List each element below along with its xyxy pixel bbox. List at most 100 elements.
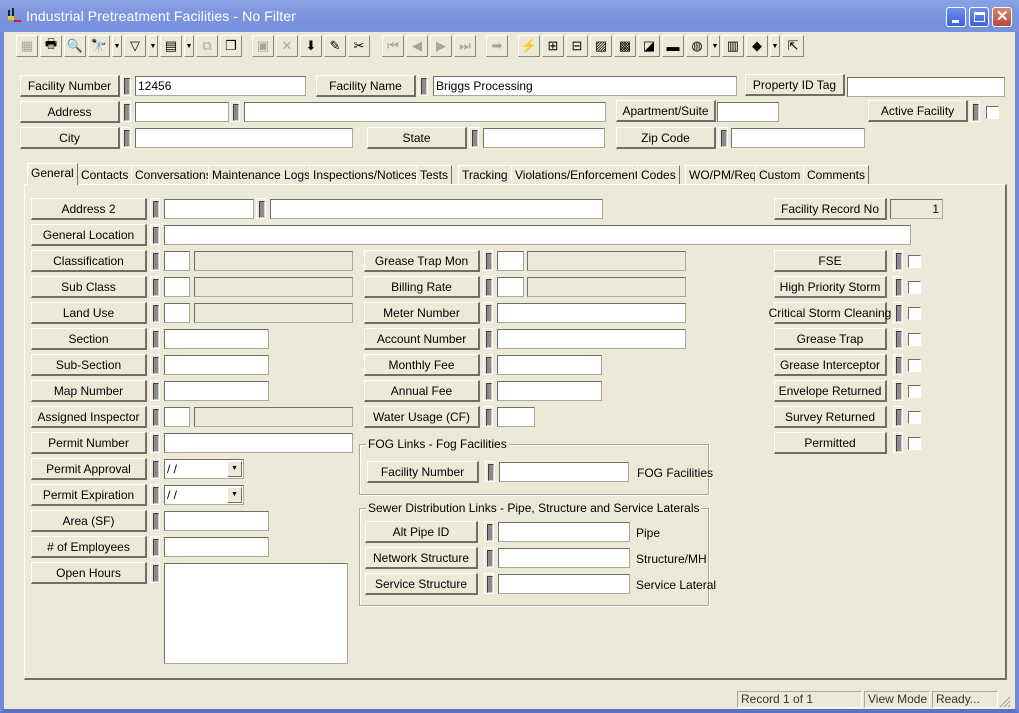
property-id-tag-button[interactable]: Property ID Tag <box>745 74 845 96</box>
high-priority-storm-button[interactable]: High Priority Storm <box>774 276 887 298</box>
first-record-button[interactable]: ⏮ <box>382 35 404 57</box>
sub-section-button[interactable]: Sub-Section <box>31 354 147 376</box>
edit-button[interactable]: ✎ <box>324 35 346 57</box>
service-structure-input[interactable] <box>498 574 630 594</box>
tab-tracking[interactable]: Tracking <box>458 165 512 185</box>
alt-pipe-id-button[interactable]: Alt Pipe ID <box>365 521 478 543</box>
fog-facility-number-input[interactable] <box>499 462 629 482</box>
field-grip[interactable] <box>483 276 493 297</box>
classification-button[interactable]: Classification <box>31 250 147 272</box>
field-grip[interactable] <box>893 406 903 427</box>
permit-number-input[interactable] <box>164 433 353 453</box>
area-sf-button[interactable]: Area (SF) <box>31 510 147 532</box>
map-button[interactable]: ▨ <box>590 35 612 57</box>
field-grip[interactable] <box>121 127 131 148</box>
field-grip[interactable] <box>150 536 160 557</box>
grease-interceptor-checkbox[interactable] <box>908 359 921 372</box>
field-grip[interactable] <box>150 198 160 219</box>
lightning-button[interactable]: ⚡ <box>518 35 540 57</box>
goto-button[interactable]: ➡ <box>486 35 508 57</box>
apartment-suite-input[interactable] <box>717 102 779 122</box>
open-hours-button[interactable]: Open Hours <box>31 562 147 584</box>
facility-name-button[interactable]: Facility Name <box>316 75 416 97</box>
grease-trap-checkbox[interactable] <box>908 333 921 346</box>
facility-number-input[interactable]: 12456 <box>135 76 306 96</box>
minimize-button[interactable] <box>946 7 966 27</box>
resize-grip-icon[interactable] <box>997 694 1011 708</box>
last-record-button[interactable]: ⏭ <box>454 35 476 57</box>
area-sf-input[interactable] <box>164 511 269 531</box>
field-grip[interactable] <box>485 461 495 482</box>
state-input[interactable] <box>483 128 605 148</box>
tab-wo-pm-req[interactable]: WO/PM/Req <box>685 165 761 185</box>
maximize-button[interactable] <box>969 7 989 27</box>
city-input[interactable] <box>135 128 353 148</box>
next-record-button[interactable]: ▶ <box>430 35 452 57</box>
exit-button[interactable]: ⇱ <box>782 35 804 57</box>
critical-storm-cleaning-button[interactable]: Critical Storm Cleaning <box>769 302 891 324</box>
export-button[interactable]: ⧉ <box>196 35 218 57</box>
field-grip[interactable] <box>150 406 160 427</box>
facility-number-button[interactable]: Facility Number <box>20 75 120 97</box>
envelope-returned-button[interactable]: Envelope Returned <box>774 380 887 402</box>
field-grip[interactable] <box>893 250 903 271</box>
map-number-input[interactable] <box>164 381 269 401</box>
field-grip[interactable] <box>150 380 160 401</box>
facility-record-no-button[interactable]: Facility Record No <box>774 198 887 220</box>
monthly-fee-button[interactable]: Monthly Fee <box>364 354 480 376</box>
field-grip[interactable] <box>483 328 493 349</box>
title-bar[interactable]: Industrial Pretreatment Facilities - No … <box>0 0 1019 32</box>
account-number-button[interactable]: Account Number <box>364 328 480 350</box>
tab-inspections-notices[interactable]: Inspections/Notices <box>309 165 422 185</box>
link-button[interactable]: ⊟ <box>566 35 588 57</box>
cut-button[interactable]: ✂ <box>348 35 370 57</box>
filter-button[interactable]: ▽ <box>124 35 146 57</box>
general-location-button[interactable]: General Location <box>31 224 147 246</box>
address2-input-2[interactable] <box>270 199 603 219</box>
water-usage-input[interactable] <box>497 407 535 427</box>
add-record-button[interactable]: ⬇ <box>300 35 322 57</box>
classification-code-input[interactable] <box>164 251 190 271</box>
open-hours-textarea[interactable] <box>164 563 348 664</box>
permit-approval-button[interactable]: Permit Approval <box>31 458 147 480</box>
general-location-input[interactable] <box>164 225 911 245</box>
report-button[interactable]: ▤ <box>160 35 182 57</box>
tab-maintenance-logs[interactable]: Maintenance Logs <box>208 165 315 185</box>
num-employees-input[interactable] <box>164 537 269 557</box>
section-input[interactable] <box>164 329 269 349</box>
num-employees-button[interactable]: # of Employees <box>31 536 147 558</box>
field-grip[interactable] <box>483 380 493 401</box>
grease-interceptor-button[interactable]: Grease Interceptor <box>774 354 887 376</box>
field-grip[interactable] <box>483 250 493 271</box>
calculator-button[interactable]: ▩ <box>614 35 636 57</box>
field-grip[interactable] <box>893 328 903 349</box>
critical-storm-cleaning-checkbox[interactable] <box>908 307 921 320</box>
tab-general[interactable]: General <box>27 163 78 185</box>
dropdown-button[interactable]: ▼ <box>112 35 122 57</box>
field-grip[interactable] <box>150 510 160 531</box>
tab-comments[interactable]: Comments <box>803 165 870 185</box>
dropdown-button[interactable]: ▼ <box>710 35 720 57</box>
address2-button[interactable]: Address 2 <box>31 198 147 220</box>
field-grip[interactable] <box>150 328 160 349</box>
print-button[interactable]: 🖶 <box>40 35 62 57</box>
meter-number-input[interactable] <box>497 303 686 323</box>
grease-trap-button[interactable]: Grease Trap <box>774 328 887 350</box>
sub-section-input[interactable] <box>164 355 269 375</box>
annual-fee-input[interactable] <box>497 381 602 401</box>
field-grip[interactable] <box>893 276 903 297</box>
previous-record-button[interactable]: ◀ <box>406 35 428 57</box>
layers-button[interactable]: ◪ <box>638 35 660 57</box>
assigned-inspector-code-input[interactable] <box>164 407 190 427</box>
field-grip[interactable] <box>483 302 493 323</box>
zip-code-input[interactable] <box>731 128 865 148</box>
field-grip[interactable] <box>469 127 479 148</box>
spreadsheet-button[interactable]: ▥ <box>722 35 744 57</box>
tab-tests[interactable]: Tests <box>416 165 453 185</box>
active-facility-checkbox[interactable] <box>986 106 999 119</box>
tab-custom[interactable]: Custom <box>755 165 805 185</box>
dropdown-button[interactable]: ▼ <box>770 35 780 57</box>
field-grip[interactable] <box>121 75 131 96</box>
sub-class-code-input[interactable] <box>164 277 190 297</box>
dropdown-button[interactable]: ▼ <box>184 35 194 57</box>
